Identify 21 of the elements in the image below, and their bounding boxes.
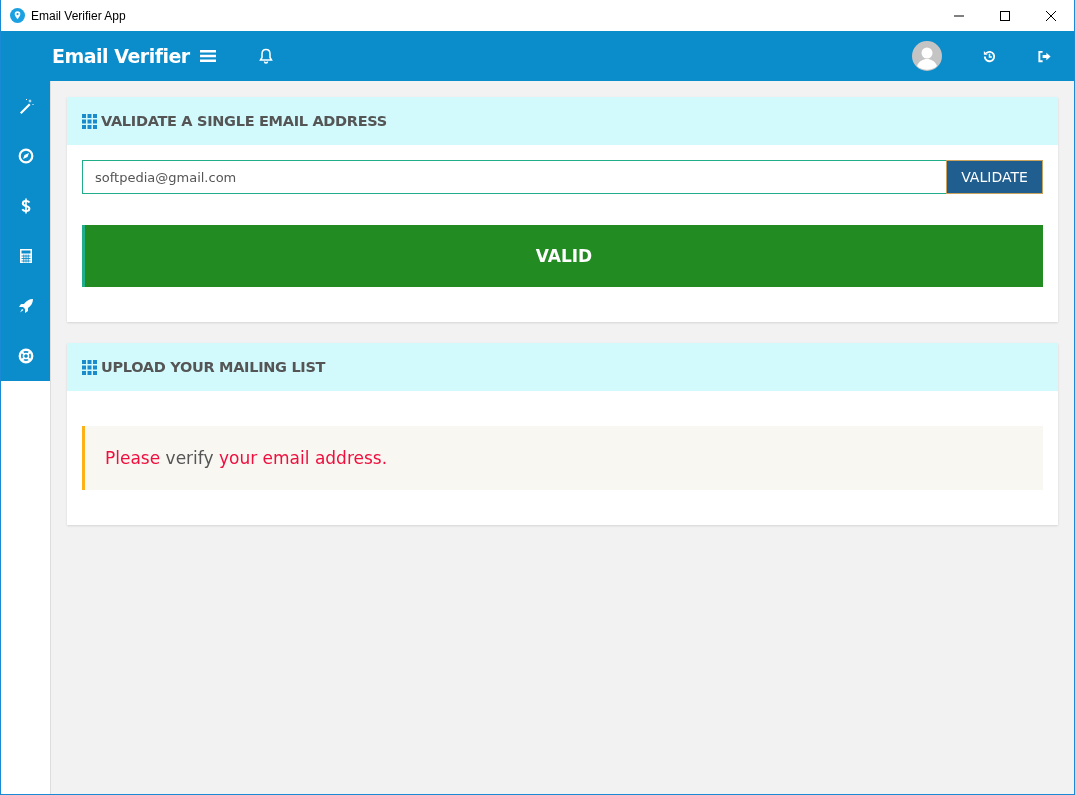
- grid-icon: [82, 113, 97, 129]
- validate-button[interactable]: VALIDATE: [946, 160, 1043, 194]
- window-title: Email Verifier App: [31, 8, 126, 23]
- result-banner: VALID: [82, 225, 1043, 287]
- rocket-icon[interactable]: [17, 298, 34, 314]
- alert-message: Please verify your email address.: [105, 448, 388, 468]
- user-avatar[interactable]: [912, 41, 942, 71]
- compass-icon[interactable]: [17, 148, 34, 164]
- magic-wand-icon[interactable]: [17, 98, 34, 114]
- app-logo-icon: [10, 8, 25, 23]
- menu-icon[interactable]: [199, 48, 216, 64]
- history-icon[interactable]: [982, 48, 997, 64]
- email-input-field[interactable]: softpedia@gmail.com: [82, 160, 946, 194]
- lifebuoy-icon[interactable]: [17, 348, 34, 364]
- logout-icon[interactable]: [1037, 48, 1052, 64]
- calculator-icon[interactable]: [17, 248, 34, 264]
- bell-icon[interactable]: [257, 48, 274, 64]
- card-title: UPLOAD YOUR MAILING LIST: [101, 359, 326, 375]
- brand-title: Email Verifier: [52, 45, 190, 67]
- card-title: VALIDATE A SINGLE EMAIL ADDRESS: [101, 113, 387, 129]
- grid-icon: [82, 359, 97, 375]
